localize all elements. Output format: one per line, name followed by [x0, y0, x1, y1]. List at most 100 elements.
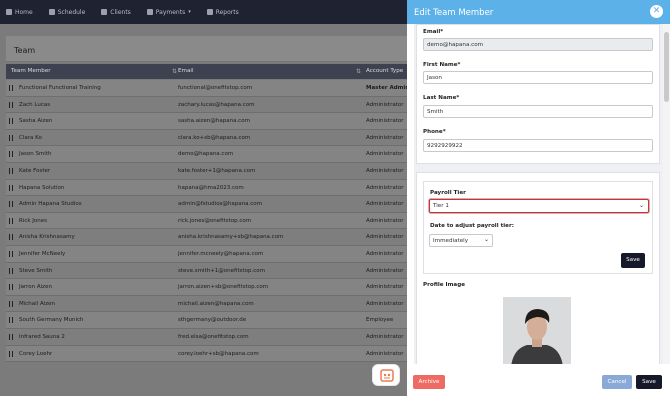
modal-scrollbar[interactable]	[663, 24, 670, 364]
drag-handle-icon[interactable]	[9, 167, 13, 174]
modal-body: Email* demo@hapana.com First Name* Jason…	[414, 24, 663, 364]
account-type: Administrator	[366, 184, 404, 191]
phone-field[interactable]: 9292929922	[423, 139, 653, 152]
column-email[interactable]: Email	[178, 68, 194, 74]
account-type: Administrator	[366, 217, 404, 224]
payroll-tier-section: Payroll Tier Tier 1 ⌄ Date to adjust pay…	[423, 181, 653, 274]
team-member-email: steve.smith+1@onefitstop.com	[178, 267, 266, 274]
email-label: Email*	[423, 29, 444, 35]
table-row[interactable]: Kate Foster kate.foster+1@hapana.com Admin…	[6, 162, 408, 180]
edit-team-member-panel: Edit Team Member ✕ Email* demo@hapana.co…	[407, 0, 670, 396]
table-row[interactable]: Sasha Aizen sasha.aizen@hapana.com Adminis…	[6, 113, 408, 130]
save-button[interactable]: Save	[636, 375, 662, 389]
table-row[interactable]: Clara Ko clara.ko+sb@hapana.com Administra…	[6, 129, 408, 147]
table-row[interactable]: Functional Functional Training functional…	[6, 80, 409, 97]
first-name-label: First Name*	[423, 62, 461, 68]
payments-icon	[146, 9, 153, 15]
nav-schedule[interactable]: Schedule	[48, 9, 85, 16]
table-row[interactable]: Corey Loehr corey.loehr+sb@hapana.com Admi…	[6, 345, 408, 363]
drag-handle-icon[interactable]	[9, 217, 13, 224]
drag-handle-icon[interactable]	[9, 333, 13, 340]
team-member-name: Kate Foster	[19, 167, 51, 174]
drag-handle-icon[interactable]	[9, 101, 13, 108]
sort-icon[interactable]: ⇅	[172, 68, 177, 75]
team-member-email: corey.loehr+sb@hapana.com	[178, 350, 259, 357]
nav-payments-label: Payments	[155, 8, 186, 16]
payroll-tier-select[interactable]: Tier 1 ⌄	[429, 199, 649, 213]
table-row[interactable]: Zach Lucas zachary.lucas@hapana.com Admini…	[6, 96, 408, 114]
profile-image[interactable]	[503, 297, 571, 364]
account-type: Administrator	[366, 350, 404, 357]
drag-handle-icon[interactable]	[9, 350, 13, 357]
team-member-email: zachary.lucas@hapana.com	[178, 101, 255, 108]
drag-handle-icon[interactable]	[9, 134, 13, 141]
team-member-name: Jarron Aizen	[19, 284, 52, 291]
account-type: Administrator	[366, 234, 404, 241]
table-row[interactable]: Anisha Krishnasamy anisha.krishnasamy+sb@…	[6, 229, 408, 246]
column-account-type[interactable]: Account Type	[366, 68, 403, 74]
drag-handle-icon[interactable]	[9, 250, 13, 257]
team-member-name: Functional Functional Training	[19, 85, 101, 91]
date-adjust-select[interactable]: Immediately ⌄	[429, 234, 493, 247]
table-row[interactable]: Admin Hapana Studios admin@fstudios@hapan…	[6, 196, 408, 213]
table-row[interactable]: Jennifer McNeely jennifer.mcneely@hapana.…	[6, 245, 408, 263]
team-member-email: functional@onefitstop.com	[178, 85, 253, 91]
help-widget-button[interactable]	[372, 364, 400, 386]
drag-handle-icon[interactable]	[9, 201, 13, 208]
nav-reports[interactable]: Reports	[206, 9, 239, 16]
drag-handle-icon[interactable]	[9, 184, 13, 191]
account-type: Employee	[366, 317, 394, 324]
account-type: Administrator	[366, 284, 404, 291]
drag-handle-icon[interactable]	[9, 300, 13, 307]
date-adjust-value: Immediately	[433, 238, 469, 244]
table-row[interactable]: Hapana Solution hapana@hma2023.com Adminis…	[6, 179, 408, 197]
team-member-name: Hapana Solution	[19, 184, 65, 191]
table-row[interactable]: Rick Jones rick.jones@onefitstop.com Admin…	[6, 212, 408, 230]
nav-clients-label: Clients	[110, 8, 131, 16]
payroll-card: Payroll Tier Tier 1 ⌄ Date to adjust pay…	[416, 172, 660, 364]
team-member-name: Michail Aizen	[19, 300, 56, 307]
archive-button[interactable]: Archive	[413, 375, 445, 389]
drag-handle-icon[interactable]	[9, 317, 13, 324]
first-name-field[interactable]: Jason	[423, 71, 653, 84]
table-row[interactable]: Jason Smith demo@hapana.com Administrator	[6, 146, 408, 163]
drag-handle-icon[interactable]	[9, 151, 13, 158]
team-member-email: demo@hapana.com	[178, 151, 234, 158]
payroll-save-button[interactable]: Save	[621, 253, 645, 268]
chevron-down-icon: ⌄	[638, 202, 644, 209]
account-type: Administrator	[366, 300, 404, 307]
email-field[interactable]: demo@hapana.com	[423, 38, 653, 51]
table-header: Team Member ⇅ Email ⇅ Account Type	[6, 64, 408, 79]
drag-handle-icon[interactable]	[9, 85, 13, 91]
table-row[interactable]: Michail Aizen michail.aizen@hapana.com Adm…	[6, 295, 408, 313]
nav-home[interactable]: Home	[6, 9, 33, 16]
nav-clients[interactable]: Clients	[101, 9, 131, 16]
team-member-name: Jason Smith	[19, 151, 52, 158]
table-row[interactable]: Steve Smith steve.smith+1@onefitstop.com A…	[6, 262, 408, 280]
column-team-member[interactable]: Team Member	[11, 68, 51, 74]
scrollbar-thumb[interactable]	[664, 32, 669, 102]
last-name-label: Last Name*	[423, 95, 460, 101]
team-member-email: jennifer.mcneely@hapana.com	[178, 250, 264, 257]
cancel-button[interactable]: Cancel	[602, 375, 632, 389]
nav-home-label: Home	[15, 8, 33, 16]
close-icon[interactable]: ✕	[650, 5, 663, 18]
nav-payments[interactable]: Payments ▾	[146, 8, 191, 16]
users-icon	[101, 9, 108, 15]
member-details-card: Email* demo@hapana.com First Name* Jason…	[416, 24, 660, 164]
drag-handle-icon[interactable]	[9, 284, 13, 291]
team-member-email: sthgermany@outdoor.de	[178, 317, 247, 324]
table-row[interactable]: South Germany Munich sthgermany@outdoor.d…	[6, 312, 408, 329]
team-member-name: Admin Hapana Studios	[19, 201, 82, 208]
sort-icon[interactable]: ⇅	[356, 68, 361, 75]
table-row[interactable]: Jarron Aizen jarron.aizen+sb@onefitstop.c…	[6, 279, 408, 296]
team-member-name: Sasha Aizen	[19, 118, 53, 125]
account-type: Administrator	[366, 333, 404, 340]
table-row[interactable]: Infrared Sauna 2 fred.elsa@onefitstop.com…	[6, 328, 408, 346]
account-type: Administrator	[366, 151, 404, 158]
last-name-field[interactable]: Smith	[423, 105, 653, 118]
drag-handle-icon[interactable]	[9, 234, 13, 241]
team-member-email: fred.elsa@onefitstop.com	[178, 333, 249, 340]
drag-handle-icon[interactable]	[9, 118, 13, 125]
drag-handle-icon[interactable]	[9, 267, 13, 274]
